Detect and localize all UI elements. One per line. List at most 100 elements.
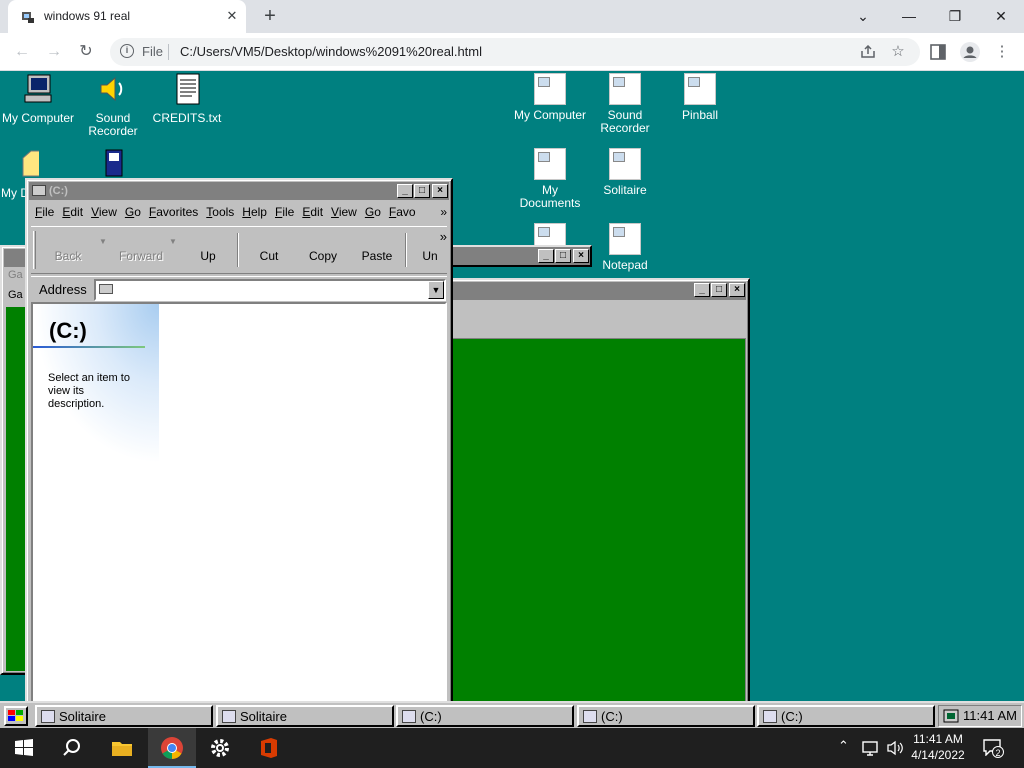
minimize-button[interactable]: _ <box>397 184 413 198</box>
menu-go-2[interactable]: Go <box>361 202 385 222</box>
up-button[interactable]: Up <box>183 249 233 263</box>
explorer-window[interactable]: (C:) _ □ × File Edit View Go Favorites Tools H… <box>25 178 453 701</box>
side-panel-icon[interactable] <box>930 44 946 60</box>
cut-button[interactable]: Cut <box>244 249 294 263</box>
menu-favorites-2[interactable]: Favo <box>385 202 420 222</box>
paste-button[interactable]: Paste <box>352 249 402 263</box>
minimize-button[interactable]: _ <box>694 283 710 297</box>
menu-tools[interactable]: Tools <box>202 202 238 222</box>
menu-view[interactable]: View <box>87 202 121 222</box>
window-title: (C:) <box>49 185 68 197</box>
desktop-icon-label: Sound Recorder <box>600 108 650 135</box>
game-menu-fragment[interactable]: Ga <box>8 289 23 301</box>
undo-button[interactable]: Un <box>405 249 455 263</box>
menu-overflow-chevron[interactable]: » <box>438 202 449 222</box>
clock-date: 4/14/2022 <box>911 748 965 762</box>
tray-clock[interactable]: 11:41 AM <box>963 708 1017 723</box>
windows-start-icon[interactable] <box>12 736 36 760</box>
action-center-button[interactable]: 2 <box>982 738 1004 758</box>
address-dropdown-icon[interactable]: ▼ <box>428 281 444 299</box>
toolbar-overflow-chevron[interactable]: » <box>440 229 447 244</box>
forward-arrow-icon[interactable]: → <box>44 42 64 62</box>
tray-chevron-icon[interactable]: ⌃ <box>838 738 849 754</box>
menu-go[interactable]: Go <box>121 202 145 222</box>
url-text[interactable]: C:/Users/VM5/Desktop/windows%2091%20real… <box>180 44 482 59</box>
taskbar-task-solitaire-2[interactable]: Solitaire <box>216 705 394 727</box>
desktop-icon-my-documents-2[interactable]: My Documents <box>512 148 588 210</box>
close-button[interactable]: × <box>573 249 589 263</box>
task-label: Solitaire <box>240 709 287 724</box>
minimize-window-button[interactable]: — <box>898 6 920 26</box>
close-window-button[interactable]: ✕ <box>990 6 1012 26</box>
browser-tab[interactable]: windows 91 real ✕ <box>8 0 246 33</box>
tab-search-icon[interactable]: ⌄ <box>852 6 874 26</box>
menu-edit[interactable]: Edit <box>58 202 87 222</box>
bookmark-star-icon[interactable]: ☆ <box>888 42 908 62</box>
win98-desktop: My Computer Sound Recorder CREDITS.txt M… <box>0 71 1024 701</box>
settings-gear-icon[interactable] <box>208 736 232 760</box>
menu-view-2[interactable]: View <box>327 202 361 222</box>
forward-dropdown-arrow-icon[interactable]: ▼ <box>169 237 177 246</box>
start-button[interactable] <box>4 706 28 726</box>
maximize-button[interactable]: □ <box>711 283 727 297</box>
network-icon[interactable] <box>862 740 880 756</box>
drive-icon <box>763 710 777 723</box>
desktop-icon-credits[interactable]: CREDITS.txt <box>149 73 225 125</box>
reload-icon[interactable]: ↻ <box>76 42 96 62</box>
folder-content-pane[interactable]: (C:) Select an item to view its descript… <box>31 302 447 701</box>
desktop-icon-my-computer-2[interactable]: My Computer <box>512 73 588 122</box>
minimize-button[interactable]: _ <box>538 249 554 263</box>
desktop-icon-pinball[interactable]: Pinball <box>662 73 738 122</box>
desktop-icon-solitaire[interactable]: Solitaire <box>587 148 663 197</box>
search-icon[interactable] <box>60 736 84 760</box>
file-explorer-icon[interactable] <box>110 736 134 760</box>
back-button[interactable]: Back <box>43 249 93 263</box>
back-arrow-icon[interactable]: ← <box>12 42 32 62</box>
address-field[interactable]: ▼ <box>94 279 446 301</box>
desktop-icon-sound-recorder[interactable]: Sound Recorder <box>75 73 151 138</box>
desktop-icon-sound-recorder-2[interactable]: Sound Recorder <box>587 73 663 135</box>
taskbar-task-c-drive-2[interactable]: (C:) <box>577 705 755 727</box>
desktop-icon-label: Notepad <box>602 258 648 272</box>
new-tab-button[interactable]: + <box>260 6 280 27</box>
system-clock[interactable]: 11:41 AM 4/14/2022 <box>906 731 970 763</box>
system-tray: 11:41 AM <box>938 705 1022 727</box>
back-dropdown-arrow-icon[interactable]: ▼ <box>99 237 107 246</box>
desktop-icon-notepad[interactable]: Notepad <box>587 223 663 272</box>
desktop-icon-my-computer[interactable]: My Computer <box>0 73 76 125</box>
window-titlebar[interactable]: (C:) <box>29 182 449 200</box>
chrome-taskbar-button[interactable] <box>148 728 196 768</box>
restore-window-button[interactable]: ❐ <box>944 6 966 26</box>
window-titlebar[interactable] <box>4 249 26 267</box>
office-icon[interactable] <box>257 736 281 760</box>
menu-help[interactable]: Help <box>238 202 271 222</box>
address-bar[interactable]: i File C:/Users/VM5/Desktop/windows%2091… <box>110 38 920 66</box>
close-button[interactable]: × <box>432 184 448 198</box>
toolbar-grip[interactable] <box>33 231 36 269</box>
menu-file-2[interactable]: File <box>271 202 298 222</box>
profile-avatar-icon[interactable] <box>960 42 980 62</box>
maximize-button[interactable]: □ <box>414 184 430 198</box>
close-button[interactable]: × <box>729 283 745 297</box>
menu-file[interactable]: File <box>31 202 58 222</box>
solitaire-felt[interactable] <box>424 338 746 701</box>
forward-button[interactable]: Forward <box>113 249 169 263</box>
volume-icon[interactable] <box>886 740 904 756</box>
taskbar-task-c-drive-1[interactable]: (C:) <box>396 705 574 727</box>
menu-favorites[interactable]: Favorites <box>145 202 202 222</box>
share-icon[interactable] <box>860 45 876 59</box>
menu-edit-2[interactable]: Edit <box>298 202 327 222</box>
tab-close-icon[interactable]: ✕ <box>224 8 240 24</box>
drive-icon <box>32 185 46 196</box>
info-icon[interactable]: i <box>120 44 134 58</box>
browser-menu-icon[interactable]: ⋮ <box>992 42 1012 62</box>
solitaire-shortcut-icon[interactable] <box>104 148 124 178</box>
taskbar-task-c-drive-3[interactable]: (C:) <box>757 705 935 727</box>
copy-button[interactable]: Copy <box>298 249 348 263</box>
tray-app-icon[interactable] <box>943 709 959 723</box>
solitaire-icon <box>41 710 55 723</box>
solitaire-window[interactable]: _ □ × <box>420 278 750 701</box>
taskbar-task-solitaire-1[interactable]: Solitaire <box>35 705 213 727</box>
maximize-button[interactable]: □ <box>555 249 571 263</box>
game-menu-fragment[interactable]: Ga <box>8 269 23 281</box>
